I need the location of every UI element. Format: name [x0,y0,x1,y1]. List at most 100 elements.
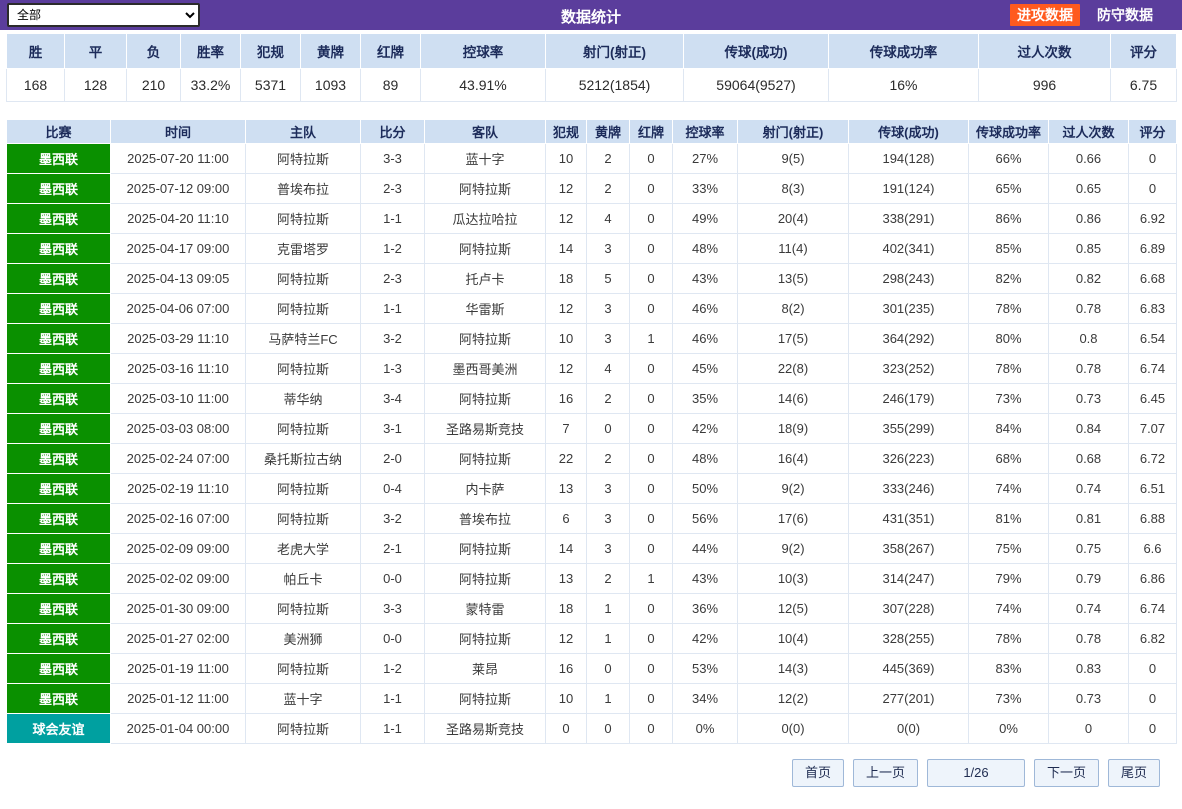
table-cell: 18(9) [738,414,849,444]
league-filter-select[interactable]: 全部 [7,3,200,27]
summary-table: 胜平负胜率犯规黄牌红牌控球率射门(射正)传球(成功)传球成功率过人次数评分 16… [6,33,1177,102]
league-badge: 墨西联 [7,234,111,264]
league-badge: 墨西联 [7,444,111,474]
summary-header-cell: 犯规 [241,34,301,69]
table-cell: 0.8 [1049,324,1129,354]
last-page-button[interactable]: 尾页 [1108,759,1160,787]
table-cell: 12 [546,624,587,654]
table-cell: 阿特拉斯 [246,414,361,444]
summary-value-cell: 89 [361,69,421,102]
table-cell: 老虎大学 [246,534,361,564]
table-cell: 10 [546,324,587,354]
table-cell: 6.51 [1129,474,1177,504]
table-cell: 3-2 [361,504,425,534]
league-badge: 墨西联 [7,144,111,174]
table-cell: 2025-04-13 09:05 [111,264,246,294]
table-cell: 323(252) [849,354,969,384]
table-row: 墨西联2025-03-03 08:00阿特拉斯3-1圣路易斯竞技70042%18… [7,414,1177,444]
league-badge: 墨西联 [7,594,111,624]
table-cell: 6.72 [1129,444,1177,474]
table-cell: 314(247) [849,564,969,594]
table-cell: 80% [969,324,1049,354]
table-cell: 14(3) [738,654,849,684]
attack-data-button[interactable]: 进攻数据 [1010,4,1080,26]
table-cell: 13(5) [738,264,849,294]
table-cell: 45% [673,354,738,384]
table-cell: 13 [546,474,587,504]
summary-value-cell: 1093 [301,69,361,102]
match-header-cell: 客队 [425,120,546,144]
table-row: 墨西联2025-02-19 11:10阿特拉斯0-4内卡萨133050%9(2)… [7,474,1177,504]
table-cell: 10(4) [738,624,849,654]
table-cell: 阿特拉斯 [246,474,361,504]
next-page-button[interactable]: 下一页 [1034,759,1099,787]
table-row: 球会友谊2025-01-04 00:00阿特拉斯1-1圣路易斯竞技0000%0(… [7,714,1177,744]
table-cell: 6.86 [1129,564,1177,594]
table-cell: 27% [673,144,738,174]
table-cell: 2025-03-10 11:00 [111,384,246,414]
table-cell: 0 [630,294,673,324]
defense-data-button[interactable]: 防守数据 [1090,4,1160,26]
table-cell: 81% [969,504,1049,534]
table-cell: 阿特拉斯 [246,294,361,324]
league-badge: 墨西联 [7,654,111,684]
table-cell: 2025-01-12 11:00 [111,684,246,714]
match-header-cell: 犯规 [546,120,587,144]
table-cell: 0 [630,534,673,564]
table-cell: 66% [969,144,1049,174]
table-cell: 16 [546,384,587,414]
table-cell: 12 [546,294,587,324]
table-cell: 1 [587,594,630,624]
table-cell: 0-0 [361,564,425,594]
table-cell: 阿特拉斯 [246,354,361,384]
table-cell: 0-0 [361,624,425,654]
match-header-cell: 红牌 [630,120,673,144]
table-cell: 6.88 [1129,504,1177,534]
table-cell: 3 [587,234,630,264]
table-cell: 0 [1129,144,1177,174]
table-cell: 莱昂 [425,654,546,684]
table-cell: 2025-01-19 11:00 [111,654,246,684]
table-cell: 蒙特雷 [425,594,546,624]
table-cell: 12 [546,204,587,234]
table-cell: 8(3) [738,174,849,204]
table-cell: 阿特拉斯 [246,504,361,534]
table-cell: 2025-04-17 09:00 [111,234,246,264]
table-cell: 0(0) [849,714,969,744]
table-cell: 43% [673,564,738,594]
topbar-buttons: 进攻数据 防守数据 [1010,4,1160,26]
table-cell: 0.75 [1049,534,1129,564]
table-cell: 6.82 [1129,624,1177,654]
table-cell: 56% [673,504,738,534]
table-cell: 0 [630,684,673,714]
summary-header-cell: 平 [65,34,127,69]
table-cell: 0 [630,144,673,174]
prev-page-button[interactable]: 上一页 [853,759,918,787]
match-header-cell: 过人次数 [1049,120,1129,144]
table-cell: 73% [969,684,1049,714]
table-cell: 8(2) [738,294,849,324]
table-cell: 0 [546,714,587,744]
table-cell: 0.73 [1049,684,1129,714]
summary-header-cell: 传球(成功) [684,34,829,69]
table-cell: 6.68 [1129,264,1177,294]
table-cell: 0.81 [1049,504,1129,534]
table-cell: 46% [673,324,738,354]
table-cell: 2025-07-20 11:00 [111,144,246,174]
league-badge: 墨西联 [7,534,111,564]
table-cell: 7.07 [1129,414,1177,444]
table-cell: 307(228) [849,594,969,624]
table-cell: 12 [546,354,587,384]
table-cell: 12 [546,174,587,204]
table-cell: 0% [673,714,738,744]
table-cell: 73% [969,384,1049,414]
league-badge: 墨西联 [7,294,111,324]
table-cell: 7 [546,414,587,444]
table-cell: 6.6 [1129,534,1177,564]
table-row: 墨西联2025-04-06 07:00阿特拉斯1-1华雷斯123046%8(2)… [7,294,1177,324]
first-page-button[interactable]: 首页 [792,759,844,787]
table-cell: 0 [630,654,673,684]
table-row: 墨西联2025-02-09 09:00老虎大学2-1阿特拉斯143044%9(2… [7,534,1177,564]
table-cell: 82% [969,264,1049,294]
table-cell: 5 [587,264,630,294]
